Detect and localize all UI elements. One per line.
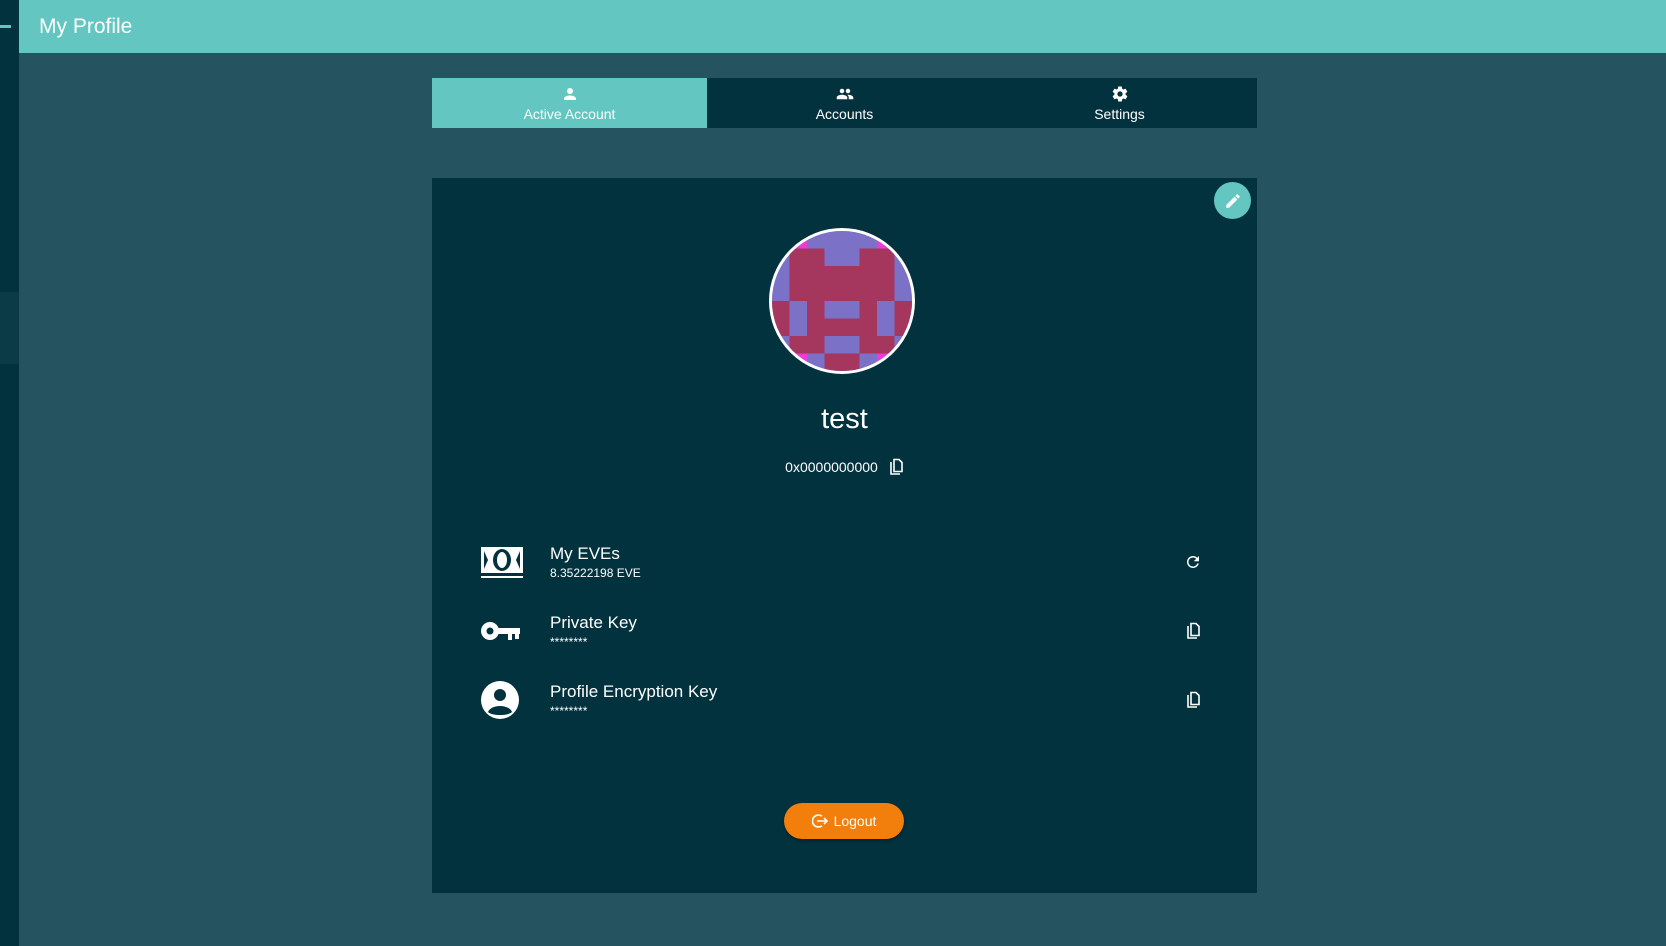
item-title: Private Key: [550, 613, 637, 632]
list-item-profile-encryption-key: Profile Encryption Key ********: [480, 673, 1209, 727]
copy-address-button[interactable]: [888, 458, 904, 476]
account-circle-icon: [480, 680, 550, 720]
tab-settings[interactable]: Settings: [982, 78, 1257, 128]
list-item-private-key: Private Key ********: [480, 604, 1209, 658]
logout-button[interactable]: Logout: [784, 803, 904, 839]
menu-toggle-indicator[interactable]: [0, 25, 11, 28]
page-title: My Profile: [39, 14, 133, 38]
tab-active-account[interactable]: Active Account: [432, 78, 707, 128]
profile-card: test 0x0000000000 My EVEs 8.35222198 EVE: [432, 178, 1257, 893]
copy-encryption-key-button[interactable]: [1181, 691, 1205, 709]
logout-icon: [811, 814, 828, 828]
tab-accounts[interactable]: Accounts: [707, 78, 982, 128]
rail-active-block: [0, 292, 19, 364]
item-title: My EVEs: [550, 544, 620, 563]
person-icon: [563, 87, 576, 100]
edit-profile-button[interactable]: [1214, 182, 1251, 219]
logout-label: Logout: [833, 813, 877, 829]
refresh-icon: [1187, 556, 1199, 568]
list-item-my-eves: My EVEs 8.35222198 EVE: [480, 535, 1209, 589]
key-icon: [480, 619, 550, 643]
profile-tabs: Active Account Accounts Settings: [432, 78, 1257, 128]
masked-encryption-key: ********: [550, 704, 588, 718]
address-row: 0x0000000000: [432, 458, 1257, 476]
identicon-image: [772, 231, 912, 371]
profile-username: test: [821, 403, 868, 435]
item-text: Profile Encryption Key ********: [550, 682, 1181, 718]
masked-private-key: ********: [550, 635, 588, 649]
tab-label: Accounts: [815, 105, 874, 122]
copy-icon: [1187, 691, 1200, 708]
gear-icon: [1112, 86, 1127, 102]
people-icon: [836, 88, 853, 99]
money-icon: [480, 545, 550, 579]
item-text: My EVEs 8.35222198 EVE: [550, 544, 1181, 580]
tab-label: Settings: [1094, 105, 1145, 122]
tab-label: Active Account: [523, 105, 616, 122]
top-app-bar: My Profile: [19, 0, 1666, 53]
avatar: [769, 228, 915, 374]
copy-private-key-button[interactable]: [1181, 622, 1205, 640]
left-rail: [0, 0, 19, 946]
item-title: Profile Encryption Key: [550, 682, 718, 701]
item-text: Private Key ********: [550, 613, 1181, 649]
refresh-balance-button[interactable]: [1181, 553, 1205, 571]
copy-icon: [890, 458, 903, 475]
eve-balance: 8.35222198 EVE: [550, 566, 641, 580]
account-address: 0x0000000000: [785, 459, 878, 475]
copy-icon: [1187, 622, 1200, 639]
pencil-icon: [1225, 193, 1240, 208]
